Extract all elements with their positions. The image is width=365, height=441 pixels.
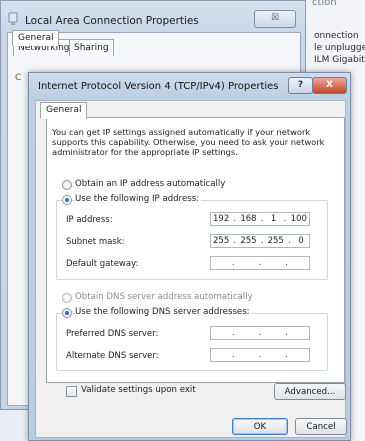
advanced-button[interactable]: Advanced... [274, 383, 346, 400]
ip-octet: 192 [213, 213, 230, 224]
background-window-line: onnection [314, 31, 359, 41]
validate-label[interactable]: Validate settings upon exit [81, 385, 196, 395]
description-text: You can get IP settings assigned automat… [52, 127, 325, 157]
close-button[interactable]: X [312, 77, 347, 94]
network-adapter-icon [8, 12, 18, 25]
use-following-dns-radio[interactable] [62, 308, 72, 318]
help-button[interactable]: ? [288, 77, 313, 94]
default-gateway-input[interactable]: . . . [210, 256, 310, 270]
ip-octet: 255 [267, 235, 284, 246]
cancel-button[interactable]: Cancel [295, 418, 347, 435]
ip-octet: 255 [213, 235, 230, 246]
ip-octet: 1 [270, 213, 277, 224]
background-window-line: ILM Gigabit [314, 55, 365, 65]
ip-octet: 255 [240, 235, 257, 246]
tab-general-label[interactable]: General [40, 102, 88, 119]
dialog-title: Local Area Connection Properties [25, 15, 199, 27]
close-button[interactable]: ☒ [254, 10, 296, 28]
obscured-text: C [15, 73, 22, 83]
preferred-dns-label: Preferred DNS server: [66, 329, 159, 339]
dialog-title: Internet Protocol Version 4 (TCP/IPv4) P… [38, 81, 279, 92]
ip-address-input[interactable]: 192. 168. 1. 100 [210, 212, 310, 226]
use-following-ip-radio[interactable] [62, 195, 72, 205]
ip-octet: 100 [290, 213, 307, 224]
obtain-ip-auto-radio[interactable] [62, 180, 72, 190]
dns-server-group [56, 313, 328, 371]
use-following-ip-label[interactable]: Use the following IP address: [75, 194, 202, 204]
ip-octet: 168 [240, 213, 257, 224]
tab-sharing[interactable]: Sharing [69, 39, 114, 56]
alternate-dns-input[interactable]: . . . [210, 348, 310, 362]
subnet-mask-label: Subnet mask: [66, 237, 125, 247]
validate-checkbox[interactable] [66, 386, 77, 397]
obtain-dns-auto-radio[interactable] [62, 293, 72, 303]
subnet-mask-input[interactable]: 255. 255. 255. 0 [210, 234, 310, 248]
ok-button[interactable]: OK [232, 418, 288, 435]
background-window-line: le unplugge [314, 43, 365, 53]
default-gateway-label: Default gateway: [66, 259, 139, 269]
obtain-ip-auto-label[interactable]: Obtain an IP address automatically [75, 179, 225, 189]
alternate-dns-label: Alternate DNS server: [66, 351, 159, 361]
preferred-dns-input[interactable]: . . . [210, 326, 310, 340]
obtain-dns-auto-label[interactable]: Obtain DNS server address automatically [75, 292, 253, 302]
tab-general[interactable]: General [12, 30, 60, 46]
ip-octet: 0 [298, 235, 304, 246]
ip-address-label: IP address: [66, 215, 113, 225]
use-following-dns-label[interactable]: Use the following DNS server addresses: [75, 307, 252, 317]
background-window-title: ction [312, 0, 337, 8]
